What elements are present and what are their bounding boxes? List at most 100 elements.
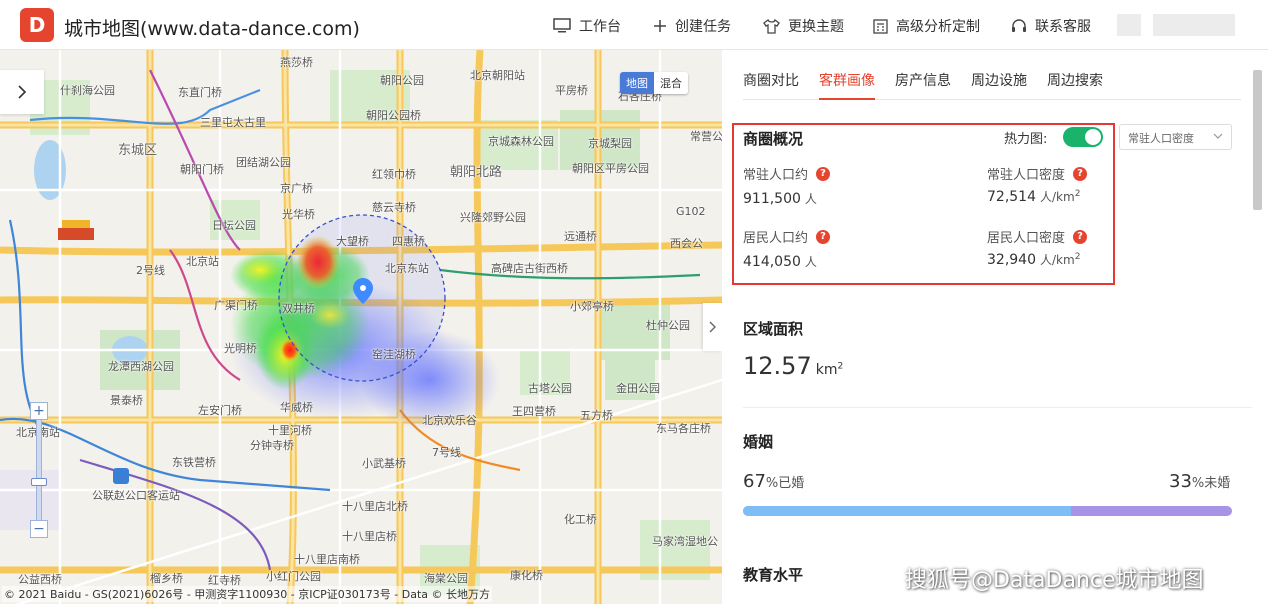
map-label: G102 bbox=[676, 205, 706, 218]
metric-unit: 人/km bbox=[1040, 190, 1075, 204]
map-label: 朝阳区平房公园 bbox=[572, 162, 649, 175]
map-label: 王四营桥 bbox=[512, 405, 556, 418]
zoom-slider-handle[interactable] bbox=[31, 478, 47, 486]
map-label: 什刹海公园 bbox=[60, 84, 115, 97]
map-label: 燕莎桥 bbox=[280, 56, 313, 69]
metric-label: 常驻人口约? bbox=[743, 164, 831, 183]
map-label: 常营公 bbox=[690, 130, 722, 143]
map-label: 大望桥 bbox=[336, 235, 369, 248]
nav-create-task[interactable]: 创建任务 bbox=[653, 16, 731, 36]
collapse-panel-button[interactable] bbox=[703, 303, 722, 351]
map-label: 三里屯太古里 bbox=[200, 116, 266, 129]
unit-superscript: 2 bbox=[837, 361, 844, 372]
tab-compare[interactable]: 商圈对比 bbox=[743, 70, 799, 100]
education-title: 教育水平 bbox=[743, 566, 804, 584]
map-label: 公益西桥 bbox=[18, 573, 62, 586]
analysis-panel: 商圈对比 客群画像 房产信息 周边设施 周边搜索 商圈概况 热力图: 常驻人口密… bbox=[722, 50, 1268, 604]
map-label: 十八里店南桥 bbox=[294, 553, 360, 566]
help-icon[interactable]: ? bbox=[816, 229, 831, 244]
shirt-icon bbox=[763, 18, 780, 34]
map-label: 东直门桥 bbox=[178, 86, 222, 99]
map-label: 十里河桥 bbox=[268, 424, 312, 437]
headset-icon bbox=[1012, 18, 1026, 32]
overview-title: 商圈概况 bbox=[743, 130, 804, 148]
map-label: 北京欢乐谷 bbox=[422, 414, 477, 427]
area-value: 12.57 km2 bbox=[743, 352, 843, 380]
tab-customer-profile[interactable]: 客群画像 bbox=[819, 70, 875, 100]
heatmap-toggle[interactable] bbox=[1063, 127, 1103, 147]
metric-number: 72,514 bbox=[987, 189, 1036, 205]
zoom-slider-track[interactable] bbox=[31, 420, 47, 520]
married-number: 67 bbox=[743, 471, 766, 492]
zoom-in-button[interactable]: + bbox=[30, 402, 48, 420]
unmarried-label: %未婚 bbox=[1191, 476, 1231, 491]
map-label: 小武基桥 bbox=[362, 457, 406, 470]
calculator-icon bbox=[873, 18, 888, 34]
watermark: 搜狐号@DataDance城市地图 bbox=[905, 568, 1204, 593]
chevron-right-icon bbox=[18, 85, 27, 99]
app-logo[interactable]: D bbox=[20, 8, 54, 42]
help-icon[interactable]: ? bbox=[816, 166, 831, 181]
map-label: 十八里店北桥 bbox=[342, 500, 408, 513]
map-label: 金田公园 bbox=[616, 382, 660, 395]
chevron-down-icon bbox=[1213, 133, 1223, 139]
map-mode-map[interactable]: 地图 bbox=[620, 72, 654, 94]
help-icon[interactable]: ? bbox=[1073, 166, 1088, 181]
map-label: 景泰桥 bbox=[110, 394, 143, 407]
nav-contact-support-label: 联系客服 bbox=[1035, 19, 1091, 35]
logo-text: D bbox=[28, 13, 46, 37]
tab-nearby-search[interactable]: 周边搜索 bbox=[1047, 70, 1103, 100]
map-label: 2号线 bbox=[136, 264, 165, 277]
scrollbar-thumb[interactable] bbox=[1253, 70, 1262, 210]
nav-create-task-label: 创建任务 bbox=[675, 19, 731, 35]
metric-label: 常驻人口密度? bbox=[987, 164, 1088, 183]
panel-tabs: 商圈对比 客群画像 房产信息 周边设施 周边搜索 bbox=[743, 70, 1241, 100]
nav-contact-support[interactable]: 联系客服 bbox=[1011, 16, 1091, 36]
map-label: 东城区 bbox=[118, 143, 158, 158]
map-label: 小郊亭桥 bbox=[570, 300, 614, 313]
map-label: 海棠公园 bbox=[424, 572, 468, 585]
unit-superscript: 2 bbox=[1074, 189, 1081, 199]
nav-workbench[interactable]: 工作台 bbox=[553, 16, 621, 36]
metric-number: 414,050 bbox=[743, 254, 801, 270]
map-label: 左安门桥 bbox=[198, 404, 242, 417]
avatar[interactable] bbox=[1117, 14, 1141, 36]
user-name-placeholder[interactable] bbox=[1153, 14, 1235, 36]
expand-sidebar-button[interactable] bbox=[0, 70, 44, 114]
heatmap-metric-select[interactable]: 常驻人口密度 bbox=[1119, 124, 1232, 150]
area-unit: km bbox=[815, 362, 838, 378]
metric-value: 414,050 人 bbox=[743, 253, 817, 270]
map-mode-hybrid[interactable]: 混合 bbox=[654, 72, 688, 94]
map-label: 北京东站 bbox=[385, 262, 429, 275]
city-map[interactable]: 燕莎桥 朝阳公园 北京朝阳站 什刹海公园 东直门桥 朝阳公园桥 平房桥 石各庄桥… bbox=[0, 50, 722, 604]
unmarried-number: 33 bbox=[1169, 471, 1192, 492]
map-label: 榴乡桥 bbox=[150, 572, 183, 585]
tab-housing[interactable]: 房产信息 bbox=[895, 70, 951, 100]
zoom-out-button[interactable]: − bbox=[30, 520, 48, 538]
metric-value: 72,514 人/km2 bbox=[987, 188, 1080, 205]
panel-scrollbar[interactable] bbox=[1251, 54, 1264, 602]
help-icon[interactable]: ? bbox=[1073, 229, 1088, 244]
map-label: 化工桥 bbox=[564, 513, 597, 526]
area-title: 区域面积 bbox=[743, 320, 804, 338]
map-label: 团结湖公园 bbox=[236, 156, 291, 169]
map-label: 马家湾湿地公 bbox=[652, 535, 718, 548]
marriage-ratio-bar bbox=[743, 506, 1232, 516]
select-value: 常驻人口密度 bbox=[1128, 132, 1194, 145]
map-label: 高碑店古街西桥 bbox=[491, 262, 568, 275]
map-label: 兴隆郊野公园 bbox=[460, 211, 526, 224]
map-label: 7号线 bbox=[432, 446, 461, 459]
map-label: 东铁营桥 bbox=[172, 456, 216, 469]
nav-advanced-analysis-label: 高级分析定制 bbox=[896, 19, 980, 35]
map-label: 京城森林公园 bbox=[488, 135, 554, 148]
married-percent: 67%已婚 bbox=[743, 471, 804, 492]
tab-facilities[interactable]: 周边设施 bbox=[971, 70, 1027, 100]
map-label: 北京站 bbox=[186, 255, 219, 268]
nav-change-theme[interactable]: 更换主题 bbox=[763, 16, 844, 36]
map-label: 红领巾桥 bbox=[372, 168, 416, 181]
married-label: %已婚 bbox=[765, 476, 805, 491]
map-label: 广渠门桥 bbox=[214, 299, 258, 312]
area-number: 12.57 bbox=[743, 352, 812, 380]
map-base-layer bbox=[0, 50, 722, 604]
nav-advanced-analysis[interactable]: 高级分析定制 bbox=[873, 16, 980, 36]
